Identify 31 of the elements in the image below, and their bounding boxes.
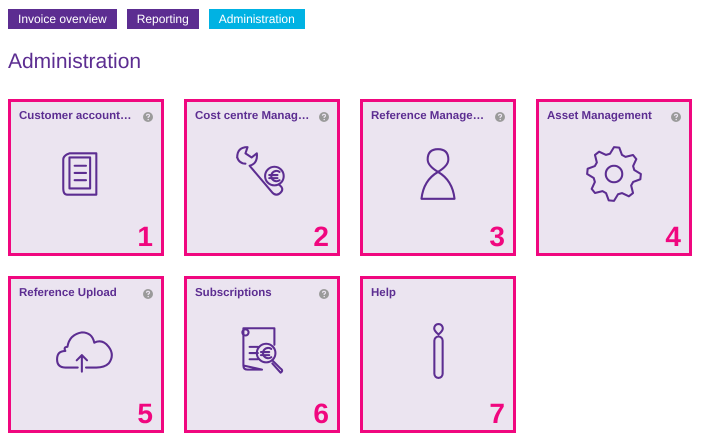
info-icon xyxy=(432,322,444,380)
admin-tile[interactable]: Customer account… 1 xyxy=(8,99,164,256)
tile-number: 2 xyxy=(313,222,329,252)
admin-tile[interactable]: Subscriptions 6 xyxy=(184,276,340,433)
help-icon[interactable] xyxy=(495,112,505,122)
tile-title: Asset Management xyxy=(547,109,652,124)
help-icon[interactable] xyxy=(671,112,681,122)
tile-number: 7 xyxy=(489,399,505,429)
tile-title: Cost centre Manag… xyxy=(195,109,310,124)
admin-tile[interactable]: Help 7 xyxy=(360,276,516,433)
tile-title: Reference Manage… xyxy=(371,109,484,124)
tile-number: 1 xyxy=(137,222,153,252)
admin-tile[interactable]: Asset Management 4 xyxy=(536,99,692,256)
help-icon[interactable] xyxy=(143,288,153,299)
help-icon[interactable] xyxy=(319,112,329,122)
tile-title: Reference Upload xyxy=(19,286,117,301)
tile-number: 5 xyxy=(137,399,153,429)
nav-tab[interactable]: Invoice overview xyxy=(8,9,117,29)
tile-title: Help xyxy=(371,286,396,301)
admin-tile[interactable]: Cost centre Manag… 2 xyxy=(184,99,340,256)
nav-tab[interactable]: Reporting xyxy=(126,9,199,29)
help-icon[interactable] xyxy=(143,112,153,122)
page-heading: Administration xyxy=(8,49,142,75)
admin-tile[interactable]: Reference Manage… 3 xyxy=(360,99,516,256)
admin-tile[interactable]: Reference Upload 5 xyxy=(8,276,164,433)
tile-number: 6 xyxy=(313,399,329,429)
tile-number: 4 xyxy=(665,222,681,252)
tile-title: Customer account… xyxy=(19,109,132,124)
tile-number: 3 xyxy=(489,222,505,252)
help-icon[interactable] xyxy=(319,288,329,299)
tile-title: Subscriptions xyxy=(195,286,272,301)
